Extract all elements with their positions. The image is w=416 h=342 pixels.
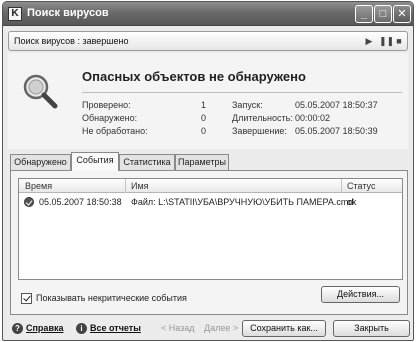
result-headline: Опасных объектов не обнаружено xyxy=(82,69,306,84)
check-circle-icon xyxy=(24,197,34,207)
show-noncritical-checkbox[interactable] xyxy=(21,293,32,304)
tab-parameters[interactable]: Параметры xyxy=(175,154,229,170)
magnifier-icon xyxy=(23,74,58,109)
events-list-header: Время Имя Статус xyxy=(19,179,402,193)
column-status[interactable]: Статус xyxy=(347,181,375,191)
close-button[interactable]: Закрыть xyxy=(333,320,410,337)
minimize-button[interactable]: _ xyxy=(355,5,373,23)
column-divider[interactable] xyxy=(341,179,342,193)
scan-status-bar: Поиск вирусов : завершено ▶ ❚❚ ■ xyxy=(8,31,408,51)
column-divider[interactable] xyxy=(125,179,126,193)
tab-events[interactable]: События xyxy=(71,152,119,171)
tab-statistics[interactable]: Статистика xyxy=(119,154,175,170)
checkmark-icon xyxy=(23,293,31,302)
column-time[interactable]: Время xyxy=(25,181,52,191)
stop-icon[interactable]: ■ xyxy=(394,35,404,47)
checked-value: 1 xyxy=(201,100,207,110)
table-row[interactable]: 05.05.2007 18:50:38 Файл: L:\STATII\УБА\… xyxy=(19,195,402,209)
column-name[interactable]: Имя xyxy=(131,181,149,191)
help-link[interactable]: Справка xyxy=(26,323,63,333)
unprocessed-value: 0 xyxy=(201,126,207,136)
start-label: Запуск: xyxy=(232,100,263,110)
footer-bar: ? Справка i Все отчеты < Назад Далее > С… xyxy=(3,318,413,340)
window-title: Поиск вирусов xyxy=(27,7,109,19)
detected-value: 0 xyxy=(201,113,207,123)
app-icon: K xyxy=(8,7,22,21)
scan-summary: Опасных объектов не обнаружено Проверено… xyxy=(8,53,408,149)
events-list[interactable]: Время Имя Статус 05.05.2007 18:50:38 Фай… xyxy=(18,178,403,280)
back-button[interactable]: < Назад xyxy=(161,323,195,333)
checked-label: Проверено: xyxy=(82,100,131,110)
finish-value: 05.05.2007 18:50:39 xyxy=(295,126,378,136)
duration-value: 00:00:02 xyxy=(295,113,331,123)
reports-icon[interactable]: i xyxy=(76,323,87,334)
scan-window: K Поиск вирусов _ □ ✕ Поиск вирусов : за… xyxy=(2,1,414,341)
save-as-button[interactable]: Сохранить как... xyxy=(242,320,326,337)
help-icon[interactable]: ? xyxy=(12,323,23,334)
scan-status-label: Поиск вирусов : завершено xyxy=(14,36,129,46)
duration-label: Длительность: xyxy=(232,113,293,123)
title-bar[interactable]: K Поиск вирусов _ □ ✕ xyxy=(3,2,413,26)
close-window-button[interactable]: ✕ xyxy=(393,5,411,23)
actions-button[interactable]: Действия... xyxy=(321,286,400,303)
pause-icon[interactable]: ❚❚ xyxy=(379,35,394,47)
detected-label: Обнаружено: xyxy=(82,113,138,123)
tab-detected[interactable]: Обнаружено xyxy=(10,154,71,170)
play-icon[interactable]: ▶ xyxy=(364,35,374,47)
maximize-button[interactable]: □ xyxy=(374,5,392,23)
start-value: 05.05.2007 18:50:37 xyxy=(295,100,378,110)
event-time: 05.05.2007 18:50:38 xyxy=(39,197,122,207)
events-panel: Время Имя Статус 05.05.2007 18:50:38 Фай… xyxy=(10,170,408,315)
event-name: Файл: L:\STATII\УБА\ВРУЧНУЮ\УБИТЬ ПАМЕРА… xyxy=(131,197,354,207)
unprocessed-label: Не обработано: xyxy=(82,126,148,136)
summary-divider xyxy=(82,92,402,93)
all-reports-link[interactable]: Все отчеты xyxy=(90,323,141,333)
finish-label: Завершение: xyxy=(232,126,287,136)
show-noncritical-label[interactable]: Показывать некритические события xyxy=(36,293,187,303)
event-status: ok xyxy=(347,197,357,207)
forward-button[interactable]: Далее > xyxy=(204,323,238,333)
